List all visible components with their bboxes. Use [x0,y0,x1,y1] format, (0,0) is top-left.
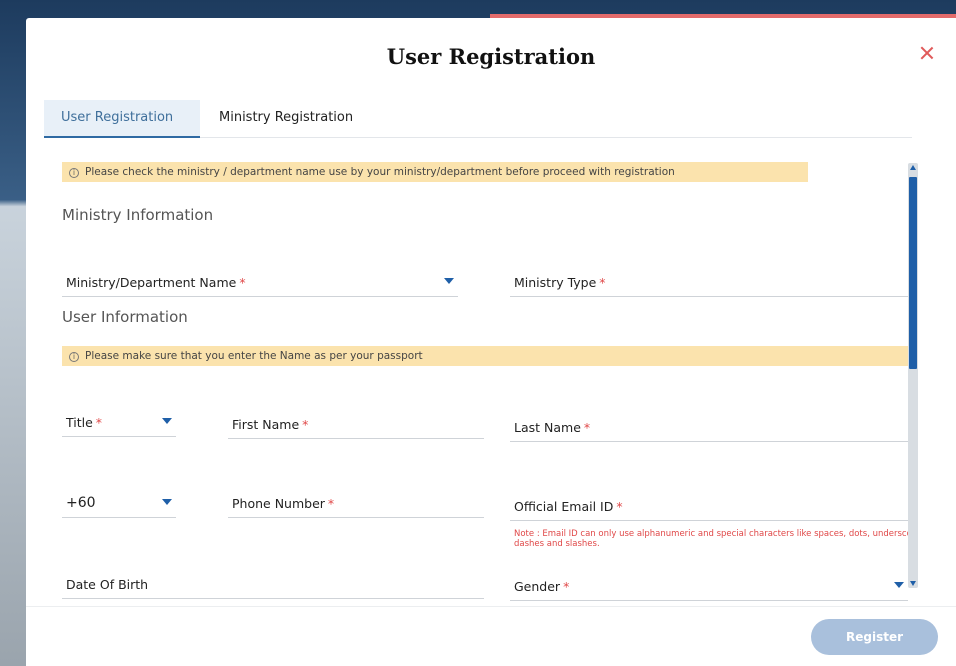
first-name-field[interactable]: First Name * [228,409,484,439]
date-of-birth-label: Date Of Birth [66,577,149,592]
official-email-label: Official Email ID * [514,499,623,514]
title-select[interactable]: Title * [62,407,176,437]
ministry-name-label: Ministry/Department Name * [66,275,246,290]
official-email-field[interactable]: Official Email ID * [510,491,908,521]
phone-number-field[interactable]: Phone Number * [228,488,484,518]
ministry-type-label: Ministry Type * [514,275,606,290]
modal-title: User Registration [386,44,596,69]
first-name-label: First Name * [232,417,309,432]
chevron-down-icon [162,499,172,505]
scrollbar-thumb[interactable] [909,177,917,369]
scroll-up-icon[interactable] [910,165,916,170]
close-icon[interactable] [918,44,936,62]
scroll-down-icon[interactable] [910,581,916,586]
country-code-select[interactable]: +60 [62,488,176,518]
gender-label: Gender * [514,579,570,594]
chevron-down-icon [894,582,904,588]
tab-ministry-registration[interactable]: Ministry Registration [202,100,370,138]
info-icon: i [69,168,79,178]
email-note: Note : Email ID can only use alphanumeri… [514,529,918,549]
tab-bar: User Registration Ministry Registration [44,100,912,138]
phone-number-label: Phone Number * [232,496,335,511]
register-button[interactable]: Register [811,619,938,655]
title-label: Title * [66,415,103,430]
ministry-type-field[interactable]: Ministry Type * [510,267,908,297]
country-code-value: +60 [66,495,96,511]
ministry-notice-text: Please check the ministry / department n… [85,166,675,178]
last-name-field[interactable]: Last Name * [510,412,908,442]
tab-user-registration[interactable]: User Registration [44,100,200,138]
chevron-down-icon [444,278,454,284]
form-scrollbar[interactable] [908,163,918,588]
ministry-name-select[interactable]: Ministry/Department Name * [62,267,458,297]
form-scroll-area: i Please check the ministry / department … [52,158,918,604]
section-title-ministry-info: Ministry Information [62,206,214,224]
name-notice-text: Please make sure that you enter the Name… [85,350,423,362]
chevron-down-icon [162,418,172,424]
last-name-label: Last Name * [514,420,591,435]
registration-modal: User Registration User Registration Mini… [26,18,956,666]
gender-select[interactable]: Gender * [510,571,908,601]
ministry-notice: i Please check the ministry / department … [62,162,808,182]
section-title-user-info: User Information [62,308,188,326]
footer-divider [26,606,956,607]
name-notice: i Please make sure that you enter the Nam… [62,346,908,366]
info-icon: i [69,352,79,362]
date-of-birth-field[interactable]: Date Of Birth [62,569,484,599]
